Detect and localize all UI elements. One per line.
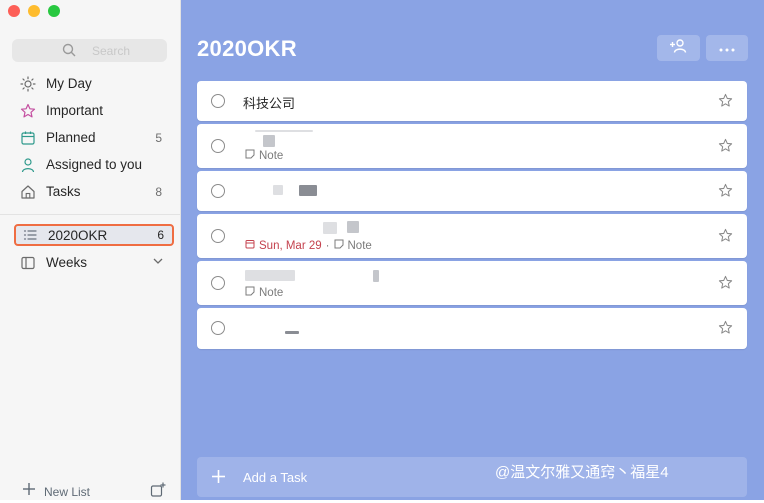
task-complete-checkbox[interactable] [211, 184, 225, 198]
sidebar-item-important[interactable]: Important [12, 97, 170, 124]
star-icon[interactable] [718, 138, 733, 158]
sidebar-item-label: Planned [46, 130, 96, 145]
redacted-text [299, 185, 317, 196]
search-input[interactable]: Search [12, 39, 167, 62]
task-complete-checkbox[interactable] [211, 321, 225, 335]
sidebar: Search My Day Important Planned 5 Assign… [0, 0, 181, 500]
star-icon [19, 102, 36, 119]
sidebar-item-label: Tasks [46, 184, 81, 199]
sidebar-item-label: Assigned to you [46, 157, 143, 172]
sidebar-item-label: 2020OKR [48, 227, 108, 243]
search-placeholder: Search [92, 44, 131, 58]
task-row[interactable] [197, 308, 747, 349]
task-complete-checkbox[interactable] [211, 276, 225, 290]
group-icon [19, 254, 36, 271]
task-meta: Note [245, 286, 283, 299]
meta-separator: · [325, 239, 330, 252]
task-complete-checkbox[interactable] [211, 229, 225, 243]
chevron-down-icon[interactable] [152, 254, 164, 272]
task-row[interactable]: Note [197, 124, 747, 168]
sun-icon [19, 75, 36, 92]
more-options-button[interactable] [706, 35, 748, 61]
sidebar-item-label: My Day [46, 76, 92, 91]
note-icon [245, 149, 255, 162]
zoom-window-button[interactable] [48, 5, 60, 17]
task-due-label: Sun, Mar 29 [259, 239, 322, 252]
redacted-text [255, 130, 313, 132]
sidebar-item-count: 5 [155, 130, 162, 145]
star-icon[interactable] [718, 93, 733, 113]
sidebar-item-weeks[interactable]: Weeks [12, 249, 170, 276]
task-complete-checkbox[interactable] [211, 139, 225, 153]
star-icon[interactable] [718, 320, 733, 340]
new-list-label: New List [44, 484, 91, 499]
new-list-button[interactable]: New List [22, 482, 90, 501]
sidebar-item-label: Weeks [46, 255, 88, 270]
sidebar-divider [0, 214, 180, 215]
window-controls [8, 5, 60, 17]
task-note-label: Note [259, 149, 284, 162]
plus-icon [211, 469, 226, 489]
task-complete-checkbox[interactable] [211, 94, 225, 108]
minimize-window-button[interactable] [28, 5, 40, 17]
watermark: @温文尔雅又通窍丶福星4 [495, 461, 669, 482]
note-icon [334, 239, 344, 252]
search-icon [62, 43, 76, 57]
task-row[interactable] [197, 171, 747, 211]
close-window-button[interactable] [8, 5, 20, 17]
sidebar-item-planned[interactable]: Planned 5 [12, 124, 170, 151]
add-person-icon [669, 38, 688, 59]
task-title: 科技公司 [243, 96, 296, 111]
task-row[interactable]: Note [197, 261, 747, 305]
note-icon [245, 286, 255, 299]
page-title: 2020OKR [197, 36, 297, 61]
add-task-label: Add a Task [243, 470, 308, 485]
main-panel: 2020OKR 科技公司 Note Sun, Mar 29 · Note Not… [181, 0, 764, 500]
task-note-label: Note [259, 286, 284, 299]
task-row[interactable]: 科技公司 [197, 81, 747, 121]
sidebar-item-assigned[interactable]: Assigned to you [12, 151, 170, 178]
redacted-text [245, 270, 295, 281]
redacted-text [263, 135, 275, 147]
star-icon[interactable] [718, 275, 733, 295]
sidebar-item-count: 6 [157, 228, 164, 242]
task-meta: Sun, Mar 29 · Note [245, 239, 372, 252]
person-icon [19, 156, 36, 173]
list-icon [21, 227, 38, 244]
home-icon [19, 183, 36, 200]
star-icon[interactable] [718, 183, 733, 203]
task-note-label: Note [347, 239, 372, 252]
task-meta: Note [245, 149, 283, 162]
redacted-text [373, 270, 379, 282]
new-group-icon [150, 482, 166, 502]
redacted-text [347, 221, 359, 233]
sidebar-item-my-day[interactable]: My Day [12, 70, 170, 97]
task-due-date: Sun, Mar 29 [245, 239, 322, 252]
sidebar-item-2020okr[interactable]: 2020OKR 6 [14, 224, 174, 246]
calendar-icon [19, 129, 36, 146]
star-icon[interactable] [718, 228, 733, 248]
share-list-button[interactable] [657, 35, 700, 61]
redacted-text [323, 222, 337, 234]
calendar-icon [245, 239, 255, 252]
sidebar-item-tasks[interactable]: Tasks 8 [12, 178, 170, 205]
task-row[interactable]: Sun, Mar 29 · Note [197, 214, 747, 258]
plus-icon [22, 482, 36, 501]
more-icon [719, 39, 735, 57]
redacted-text [273, 185, 283, 195]
redacted-text [285, 331, 299, 334]
sidebar-item-label: Important [46, 103, 104, 118]
watermark-text: @温文尔雅又通窍丶福星4 [495, 464, 669, 481]
sidebar-item-count: 8 [155, 184, 162, 199]
